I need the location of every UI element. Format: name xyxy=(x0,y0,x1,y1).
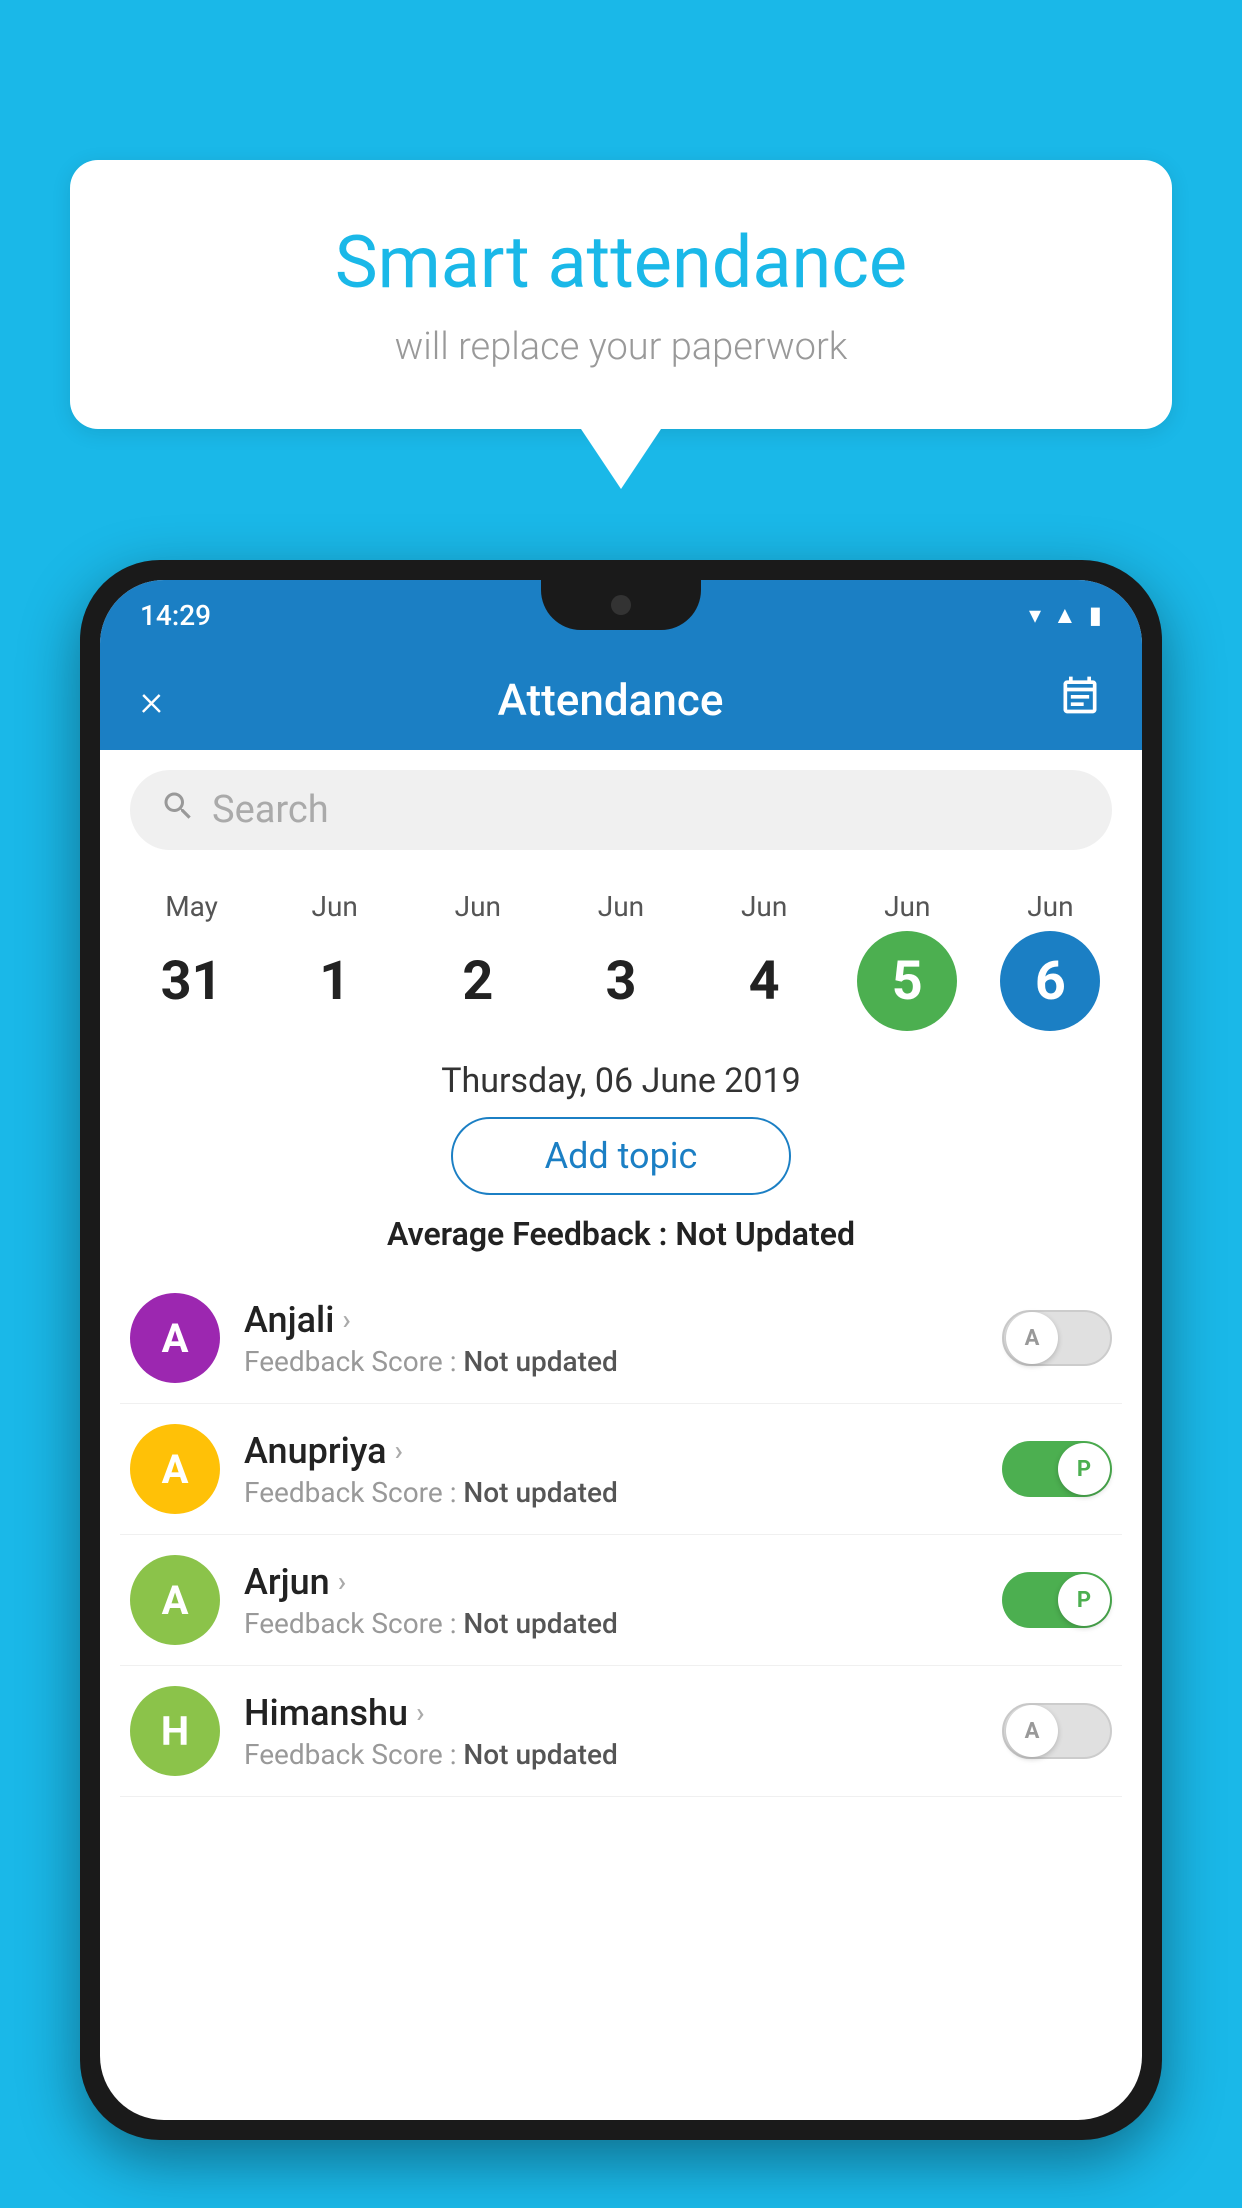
add-topic-button[interactable]: Add topic xyxy=(451,1117,791,1195)
student-avatar: A xyxy=(130,1555,220,1645)
signal-icon: ▲ xyxy=(1053,601,1077,630)
attendance-toggle[interactable]: P xyxy=(1002,1572,1112,1628)
student-name: Arjun › xyxy=(244,1561,978,1603)
chevron-right-icon: › xyxy=(342,1303,350,1336)
cal-date-number: 5 xyxy=(857,931,957,1031)
speech-bubble: Smart attendance will replace your paper… xyxy=(70,160,1172,429)
calendar-day-6[interactable]: Jun 6 xyxy=(1000,890,1100,1031)
student-info: Anjali › Feedback Score : Not updated xyxy=(244,1299,978,1378)
chevron-right-icon: › xyxy=(395,1434,403,1467)
calendar-day-1[interactable]: Jun 1 xyxy=(285,890,385,1031)
cal-date-number: 3 xyxy=(571,931,671,1031)
search-placeholder: Search xyxy=(212,788,329,832)
camera-dot xyxy=(611,595,631,615)
calendar-day-2[interactable]: Jun 2 xyxy=(428,890,528,1031)
cal-month-label: Jun xyxy=(312,890,358,923)
toggle-switch[interactable]: A xyxy=(1002,1703,1112,1759)
toggle-knob: P xyxy=(1058,1574,1110,1626)
cal-month-label: May xyxy=(165,890,218,923)
cal-month-label: Jun xyxy=(598,890,644,923)
status-time: 14:29 xyxy=(140,599,211,632)
student-feedback: Feedback Score : Not updated xyxy=(244,1476,978,1509)
student-name: Himanshu › xyxy=(244,1692,978,1734)
cal-date-number: 31 xyxy=(142,931,242,1031)
cal-date-number: 6 xyxy=(1000,931,1100,1031)
cal-month-label: Jun xyxy=(1027,890,1073,923)
student-item[interactable]: A Anupriya › Feedback Score : Not updated P xyxy=(120,1404,1122,1535)
calendar-strip: May 31 Jun 1 Jun 2 Jun 3 Jun 4 Jun 5 Jun 6 xyxy=(100,870,1142,1041)
selected-date-label: Thursday, 06 June 2019 xyxy=(100,1041,1142,1117)
student-feedback: Feedback Score : Not updated xyxy=(244,1345,978,1378)
phone-container: 14:29 ▾ ▲ ▮ × Attendance xyxy=(80,560,1162,2208)
student-avatar: H xyxy=(130,1686,220,1776)
speech-bubble-tail xyxy=(581,429,661,489)
app-header: × Attendance xyxy=(100,650,1142,750)
feedback-value: Not updated xyxy=(463,1476,617,1509)
speech-bubble-title: Smart attendance xyxy=(150,220,1092,305)
calendar-day-5[interactable]: Jun 5 xyxy=(857,890,957,1031)
battery-icon: ▮ xyxy=(1089,601,1102,629)
student-name: Anjali › xyxy=(244,1299,978,1341)
average-feedback: Average Feedback : Not Updated xyxy=(100,1215,1142,1253)
wifi-icon: ▾ xyxy=(1029,601,1041,629)
toggle-switch[interactable]: A xyxy=(1002,1310,1112,1366)
attendance-toggle[interactable]: A xyxy=(1002,1310,1112,1366)
feedback-value: Not updated xyxy=(463,1607,617,1640)
calendar-day-3[interactable]: Jun 3 xyxy=(571,890,671,1031)
calendar-icon[interactable] xyxy=(1058,673,1102,727)
student-avatar: A xyxy=(130,1424,220,1514)
cal-month-label: Jun xyxy=(741,890,787,923)
chevron-right-icon: › xyxy=(338,1565,346,1598)
toggle-switch[interactable]: P xyxy=(1002,1441,1112,1497)
toggle-knob: A xyxy=(1006,1705,1058,1757)
phone-notch xyxy=(541,580,701,630)
cal-month-label: Jun xyxy=(884,890,930,923)
calendar-day-4[interactable]: Jun 4 xyxy=(714,890,814,1031)
feedback-value: Not updated xyxy=(463,1345,617,1378)
attendance-toggle[interactable]: P xyxy=(1002,1441,1112,1497)
status-bar: 14:29 ▾ ▲ ▮ xyxy=(100,580,1142,650)
calendar-day-31[interactable]: May 31 xyxy=(142,890,242,1031)
toggle-knob: P xyxy=(1058,1443,1110,1495)
student-item[interactable]: A Arjun › Feedback Score : Not updated P xyxy=(120,1535,1122,1666)
phone-inner: 14:29 ▾ ▲ ▮ × Attendance xyxy=(100,580,1142,2120)
attendance-toggle[interactable]: A xyxy=(1002,1703,1112,1759)
speech-bubble-subtitle: will replace your paperwork xyxy=(150,325,1092,369)
student-info: Himanshu › Feedback Score : Not updated xyxy=(244,1692,978,1771)
chevron-right-icon: › xyxy=(416,1696,424,1729)
speech-bubble-container: Smart attendance will replace your paper… xyxy=(70,160,1172,489)
student-info: Arjun › Feedback Score : Not updated xyxy=(244,1561,978,1640)
status-icons: ▾ ▲ ▮ xyxy=(1029,601,1102,630)
student-item[interactable]: H Himanshu › Feedback Score : Not updated A xyxy=(120,1666,1122,1797)
toggle-knob: A xyxy=(1006,1312,1058,1364)
search-bar[interactable]: Search xyxy=(130,770,1112,850)
cal-date-number: 4 xyxy=(714,931,814,1031)
student-item[interactable]: A Anjali › Feedback Score : Not updated A xyxy=(120,1273,1122,1404)
cal-date-number: 1 xyxy=(285,931,385,1031)
cal-date-number: 2 xyxy=(428,931,528,1031)
phone-frame: 14:29 ▾ ▲ ▮ × Attendance xyxy=(80,560,1162,2140)
header-title: Attendance xyxy=(498,674,724,726)
student-list: AAnjali ›Feedback Score : Not updatedAAA… xyxy=(100,1273,1142,1797)
feedback-value: Not updated xyxy=(463,1738,617,1771)
avg-feedback-label: Average Feedback : xyxy=(387,1215,675,1253)
cal-month-label: Jun xyxy=(455,890,501,923)
student-avatar: A xyxy=(130,1293,220,1383)
student-name: Anupriya › xyxy=(244,1430,978,1472)
student-feedback: Feedback Score : Not updated xyxy=(244,1607,978,1640)
toggle-switch[interactable]: P xyxy=(1002,1572,1112,1628)
student-info: Anupriya › Feedback Score : Not updated xyxy=(244,1430,978,1509)
search-icon xyxy=(160,788,196,833)
avg-feedback-value: Not Updated xyxy=(675,1215,855,1253)
student-feedback: Feedback Score : Not updated xyxy=(244,1738,978,1771)
close-button[interactable]: × xyxy=(140,674,163,726)
